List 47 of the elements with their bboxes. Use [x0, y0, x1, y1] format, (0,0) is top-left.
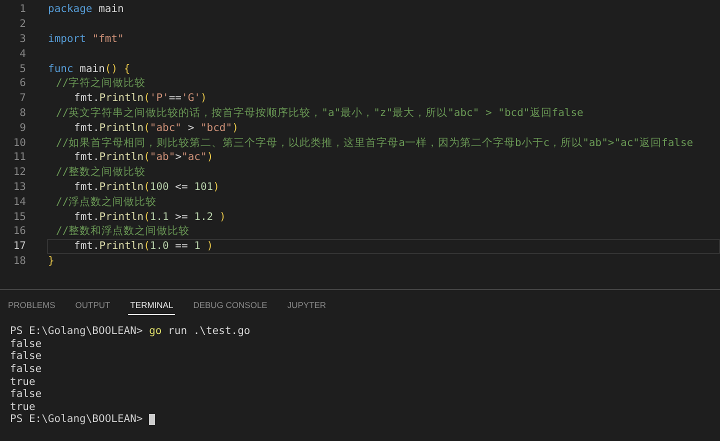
line-number: 5	[18, 62, 26, 75]
code-line: }	[48, 254, 54, 267]
code-line: fmt.Println(1.1 >= 1.2 )	[74, 210, 226, 223]
line-number: 17	[12, 240, 26, 252]
terminal-line: false	[10, 338, 42, 350]
terminal-line: PS E:\Golang\BOOLEAN> go run .\test.go	[10, 325, 250, 338]
code-line: //如果首字母相同，则比较第二、第三个字母，以此类推，这里首字母a一样，因为第二个字母b小于c，所以"ab">"ac"返回false	[56, 136, 694, 150]
line-number: 6	[18, 77, 26, 90]
code-line: package main	[48, 3, 124, 16]
code-line: fmt.Println(100 <= 101)	[74, 180, 220, 193]
terminal-line: false	[10, 350, 42, 362]
line-number: 13	[12, 180, 26, 193]
line-number: 15	[12, 210, 26, 223]
code-line: //英文字符串之间做比较的话，按首字母按顺序比较，"a"最小，"z"最大，所以"abc" > "bcd"返回false	[56, 106, 584, 120]
terminal-line: true	[10, 376, 36, 388]
code-line: import "fmt"	[48, 32, 124, 45]
panel-tab[interactable]: DEBUG CONSOLE	[191, 298, 270, 315]
line-number: 14	[12, 196, 26, 208]
line-number: 7	[18, 92, 26, 104]
code-line: fmt.Println("ab">"ac")	[74, 151, 214, 164]
line-number: 16	[12, 225, 26, 238]
line-number: 3	[18, 32, 26, 45]
panel-tab[interactable]: TERMINAL	[128, 298, 176, 315]
panel-tab[interactable]: OUTPUT	[73, 298, 112, 315]
line-number: 4	[18, 48, 26, 60]
code-line: //整数之间做比较	[56, 165, 146, 180]
line-number: 12	[12, 166, 26, 178]
code-line: fmt.Println(1.0 == 1 )	[74, 240, 214, 252]
line-number: 8	[18, 106, 26, 119]
code-line: //字符之间做比较	[56, 76, 146, 90]
code-line: func main() {	[48, 62, 130, 75]
line-number: 18	[12, 254, 26, 267]
line-number: 9	[18, 122, 26, 134]
code-line: fmt.Println('P'=='G')	[74, 92, 207, 104]
code-line: //浮点数之间做比较	[56, 194, 157, 209]
line-number: 11	[12, 151, 26, 164]
terminal-line: true	[10, 400, 36, 413]
line-number: 10	[12, 136, 26, 149]
terminal-line: false	[10, 388, 42, 400]
line-number: 1	[18, 3, 26, 16]
terminal-line: false	[10, 363, 42, 376]
line-number: 2	[18, 18, 26, 30]
code-line: //整数和浮点数之间做比较	[56, 224, 190, 238]
panel-tab[interactable]: PROBLEMS	[6, 298, 58, 315]
terminal-line: PS E:\Golang\BOOLEAN>	[10, 413, 144, 426]
code-line: fmt.Println("abc" > "bcd")	[74, 122, 238, 134]
panel-tab[interactable]: JUPYTER	[285, 298, 328, 315]
